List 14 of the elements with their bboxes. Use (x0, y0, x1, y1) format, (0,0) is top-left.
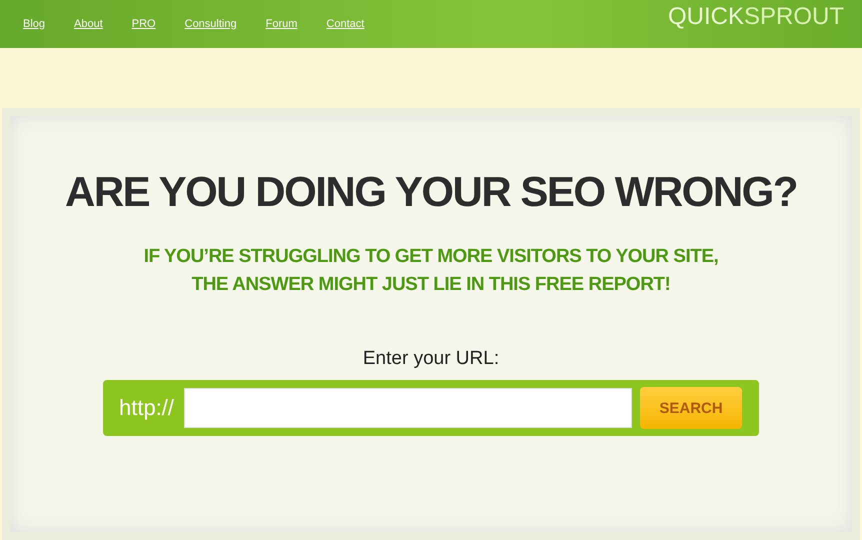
nav-link[interactable]: Forum (266, 18, 298, 30)
nav-link[interactable]: Contact (326, 18, 364, 30)
nav-link[interactable]: Blog (23, 18, 46, 30)
url-label: Enter your URL: (362, 348, 500, 370)
logo[interactable]: QUICKSPROUT (668, 3, 844, 31)
nav-link[interactable]: Consulting (184, 18, 237, 30)
subheadline: THE ANSWER MIGHT JUST LIE IN THIS FREE REPORT! (192, 274, 670, 296)
url-input-field[interactable] (184, 388, 632, 428)
nav-link[interactable]: PRO (132, 18, 156, 30)
nav-link[interactable]: About (74, 18, 103, 30)
subheadline: IF YOU’RE STRUGGLING TO GET MORE VISITORS TO YOUR SITE, (144, 246, 718, 268)
url-prefix: http:// (119, 395, 174, 421)
search-button[interactable]: SEARCH (640, 387, 742, 429)
headline: ARE YOU DOING YOUR SEO WRONG? (64, 168, 798, 216)
